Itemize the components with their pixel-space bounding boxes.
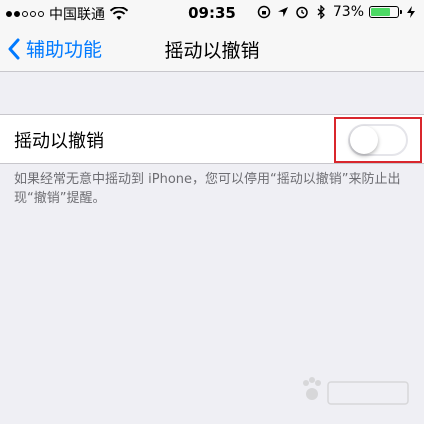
footer-description: 如果经常无意中摇动到 iPhone，您可以停用“摇动以撤销”来防止出现“撤销”提…	[14, 172, 401, 206]
alarm-icon	[296, 6, 308, 19]
chevron-left-icon	[8, 38, 20, 59]
shake-to-undo-label: 摇动以撤销	[14, 131, 104, 152]
battery-icon	[369, 6, 402, 18]
shake-to-undo-row: 摇动以撤销	[0, 114, 424, 164]
rotation-lock-icon	[257, 5, 271, 19]
battery-percent: 73%	[332, 4, 364, 20]
bluetooth-icon	[317, 5, 325, 19]
back-button[interactable]: 辅助功能	[8, 35, 102, 62]
toggle-knob	[350, 126, 378, 154]
location-icon	[277, 7, 288, 17]
status-right: 73%	[257, 4, 418, 20]
status-bar: 中国联通 09:35 73%	[0, 0, 424, 26]
navigation-bar: 辅助功能 摇动以撤销	[0, 26, 424, 72]
back-button-label: 辅助功能	[26, 39, 103, 61]
charging-bolt-icon	[407, 6, 415, 18]
shake-to-undo-toggle[interactable]	[348, 124, 408, 156]
watermark-logo	[303, 377, 409, 405]
battery-fill	[371, 8, 390, 16]
